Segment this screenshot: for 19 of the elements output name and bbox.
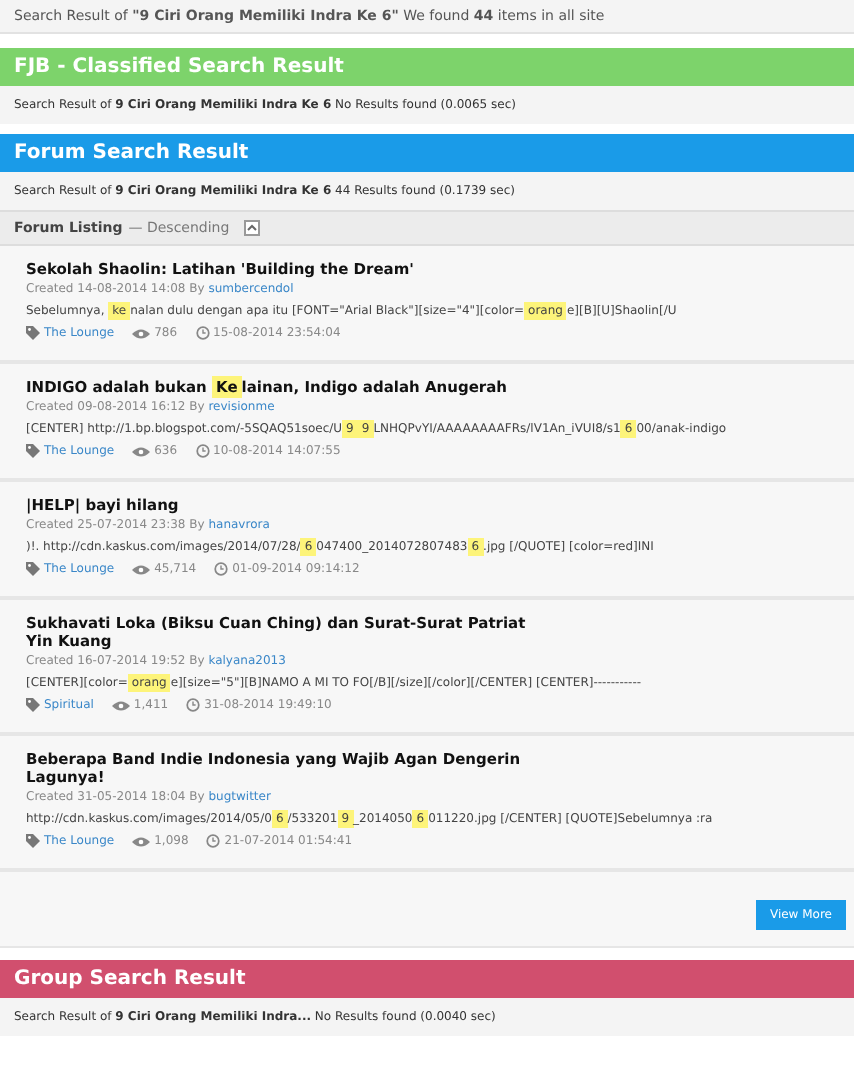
eye-icon: [132, 563, 151, 575]
clock-icon: [214, 562, 229, 576]
section-header: Group Search Result: [0, 960, 854, 998]
eye-icon: [132, 835, 151, 847]
eye-icon: [111, 699, 130, 711]
clock-icon: [206, 834, 221, 848]
tag-icon: [26, 444, 40, 458]
tag-icon: [26, 562, 40, 576]
section-header: Forum Search Result: [0, 134, 854, 172]
eye-icon: [132, 445, 151, 457]
tag-icon: [26, 834, 40, 848]
clock-icon: [195, 444, 210, 458]
eye-icon: [132, 327, 151, 339]
tag-icon: [26, 326, 40, 340]
clock-icon: [186, 698, 201, 712]
clock-icon: [195, 326, 210, 340]
tag-icon: [26, 698, 40, 712]
collapse-icon[interactable]: [243, 220, 260, 236]
section-header: FJB - Classified Search Result: [0, 48, 854, 86]
